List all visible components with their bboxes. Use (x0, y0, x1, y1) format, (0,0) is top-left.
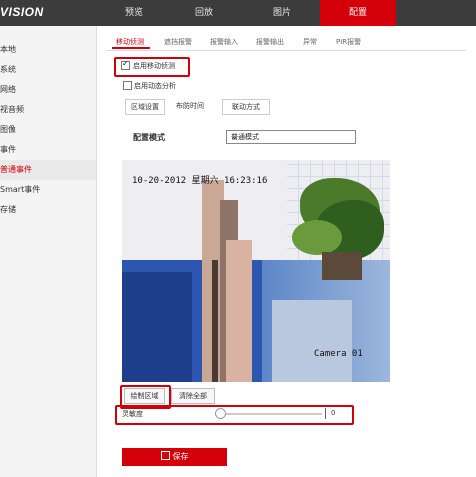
subtab-area-settings[interactable]: 区域设置 (125, 99, 165, 115)
enable-motion-checkbox[interactable] (121, 59, 130, 70)
video-preview[interactable]: 10-20-2012 星期六 16:23:16 Camera 01 (122, 160, 390, 382)
nav-configuration[interactable]: 配置 (320, 0, 396, 26)
clear-all-button[interactable]: 清除全部 (171, 388, 215, 404)
event-tabs (106, 36, 466, 51)
sidebar-item-storage[interactable]: 存储 (0, 200, 96, 220)
scene-plant-light (292, 220, 342, 255)
sidebar-item-basic-event[interactable]: 普通事件 (0, 160, 96, 180)
dynamic-analysis-label: 启用动态分析 (134, 82, 176, 90)
video-camera-name: Camera 01 (314, 349, 363, 359)
top-navigation-bar: VISION 预览 回放 图片 配置 (0, 0, 476, 26)
scene-pillar-dark (212, 260, 218, 382)
sensitivity-value: 0 (331, 409, 336, 417)
sidebar-item-network[interactable]: 网络 (0, 80, 96, 100)
dynamic-analysis-checkbox[interactable] (123, 81, 132, 90)
subtab-linkage-method[interactable]: 联动方式 (222, 99, 270, 115)
enable-motion-label: 启用移动侦测 (133, 62, 175, 70)
tab-alarm-output[interactable]: 报警输出 (256, 37, 284, 47)
draw-area-button[interactable]: 绘制区域 (124, 388, 165, 404)
sensitivity-track[interactable] (220, 413, 322, 415)
sensitivity-track-end (325, 408, 326, 419)
video-timestamp: 10-20-2012 星期六 16:23:16 (132, 176, 268, 186)
config-mode-select[interactable]: 普通模式 ⌄ (226, 130, 356, 144)
config-mode-label: 配置模式 (133, 133, 165, 142)
scene-cabinet (122, 272, 192, 382)
sidebar-item-local[interactable]: 本地 (0, 40, 96, 60)
tab-exception[interactable]: 异常 (303, 37, 317, 47)
sensitivity-slider-handle[interactable] (215, 408, 226, 419)
sidebar-item-image[interactable]: 图像 (0, 120, 96, 140)
save-button[interactable]: 保存 (122, 448, 227, 466)
scene-cabinet-right (272, 300, 352, 382)
chevron-down-icon: ⌄ (231, 132, 238, 141)
sensitivity-label: 灵敏度 (122, 410, 143, 418)
nav-preview[interactable]: 预览 (104, 0, 164, 26)
tab-motion-detection[interactable]: 移动侦测 (116, 37, 144, 47)
subtab-arming-schedule[interactable]: 布防时间 (166, 99, 214, 113)
save-button-label: 保存 (172, 452, 189, 461)
nav-playback[interactable]: 回放 (176, 0, 232, 26)
sidebar-item-smart-event[interactable]: Smart事件 (0, 180, 96, 200)
save-icon (160, 451, 170, 460)
active-tab-indicator (112, 47, 150, 49)
nav-picture[interactable]: 图片 (254, 0, 310, 26)
scene-plant-pot (322, 252, 362, 280)
sidebar-item-event[interactable]: 事件 (0, 140, 96, 160)
tab-alarm-input[interactable]: 报警输入 (210, 37, 238, 47)
tab-pir-alarm[interactable]: PIR报警 (336, 37, 361, 47)
sidebar: 本地 系统 网络 视音频 图像 事件 普通事件 Smart事件 存储 (0, 26, 97, 477)
scene-pillar-light (226, 240, 252, 382)
sidebar-item-video-audio[interactable]: 视音频 (0, 100, 96, 120)
tab-tamper-alarm[interactable]: 遮挡报警 (164, 37, 192, 47)
sensitivity-row: 灵敏度 0 (117, 406, 351, 422)
brand-logo: VISION (0, 5, 44, 19)
sidebar-item-system[interactable]: 系统 (0, 60, 96, 80)
